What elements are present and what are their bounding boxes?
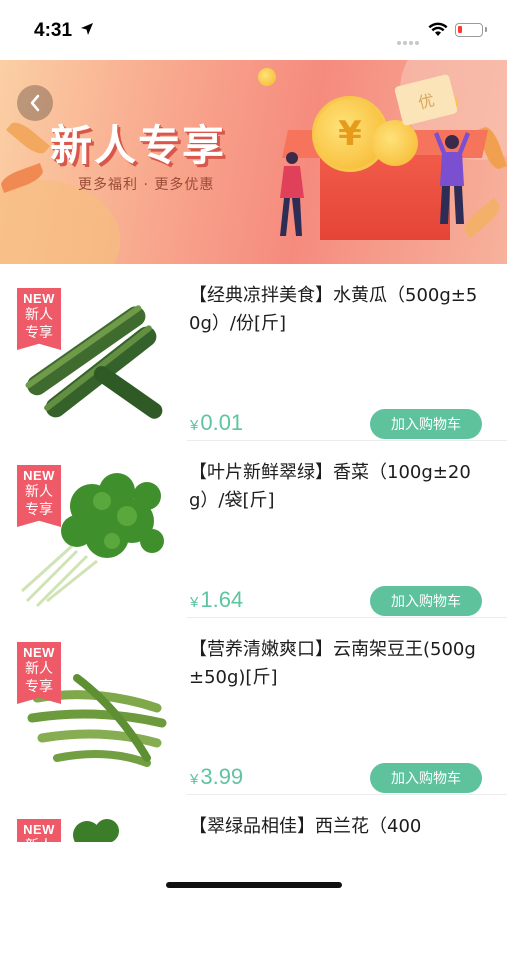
price-value: 1.64 (200, 587, 244, 612)
leaf-decoration (6, 117, 50, 159)
currency-symbol: ¥ (190, 417, 199, 434)
wifi-icon (428, 22, 448, 36)
bottom-safe-area (0, 842, 507, 900)
battery-icon (455, 23, 487, 37)
coin-icon (258, 68, 276, 86)
new-user-badge: NEW 新人 专享 (17, 642, 61, 704)
status-time: 4:31 (34, 20, 73, 41)
product-price: ¥1.64 (190, 587, 243, 613)
badge-text: 新人 (25, 307, 53, 323)
banner-title: 新人专享 (50, 121, 227, 170)
new-user-badge: NEW 新人 专享 (17, 288, 61, 350)
currency-symbol: ¥ (190, 594, 199, 611)
coin-icon (372, 120, 418, 166)
add-to-cart-button[interactable]: 加入购物车 (370, 586, 482, 616)
badge-text: 新人 (25, 484, 53, 500)
badge-text: 新人 (25, 661, 53, 677)
promo-banner: ¥ 优 新人专享 更多福利 · 更多优惠 (0, 60, 507, 264)
badge-text: 专享 (25, 502, 53, 518)
back-button[interactable] (17, 85, 53, 121)
banner-subtitle: 更多福利 · 更多优惠 (78, 177, 215, 193)
status-bar: 4:31 (0, 0, 507, 60)
product-title: 【营养清嫩爽口】云南架豆王(500g±50g)[斤] (189, 639, 476, 688)
add-to-cart-button[interactable]: 加入购物车 (370, 409, 482, 439)
badge-new-text: NEW (23, 291, 55, 306)
product-title: 【翠绿品相佳】西兰花（400 (189, 816, 422, 837)
chevron-left-icon (30, 94, 40, 112)
badge-new-text: NEW (23, 645, 55, 660)
product-price: ¥0.01 (190, 410, 243, 436)
new-user-badge: NEW 新人 专享 (17, 465, 61, 527)
product-item[interactable]: NEW 新人 专享 【营养清嫩爽口】云南架豆王(500g±50g)[斤] ¥3.… (0, 618, 507, 795)
product-title: 【叶片新鲜翠绿】香菜（100g±20g）/袋[斤] (189, 462, 471, 511)
product-item[interactable]: NEW 新人 专享 【叶片新鲜翠绿】香菜（100g±20g）/袋[斤] ¥1.6… (0, 441, 507, 618)
person-illustration (434, 132, 470, 224)
badge-new-text: NEW (23, 468, 55, 483)
badge-text: 专享 (25, 325, 53, 341)
price-value: 3.99 (200, 764, 244, 789)
product-title: 【经典凉拌美食】水黄瓜（500g±50g）/份[斤] (189, 285, 478, 334)
product-item[interactable]: NEW 新人 专享 【经典凉拌美食】水黄瓜（500g±50g）/份[斤] ¥0.… (0, 264, 507, 441)
badge-text: 专享 (25, 679, 53, 695)
badge-new-text: NEW (23, 822, 55, 837)
home-indicator[interactable] (166, 882, 342, 888)
product-price: ¥3.99 (190, 764, 243, 790)
price-value: 0.01 (200, 410, 244, 435)
coupon-text: 优 (416, 90, 437, 113)
currency-symbol: ¥ (190, 771, 199, 788)
location-arrow-icon (81, 23, 93, 35)
add-to-cart-button[interactable]: 加入购物车 (370, 763, 482, 793)
person-illustration (280, 152, 304, 236)
signal-icon (397, 30, 421, 49)
